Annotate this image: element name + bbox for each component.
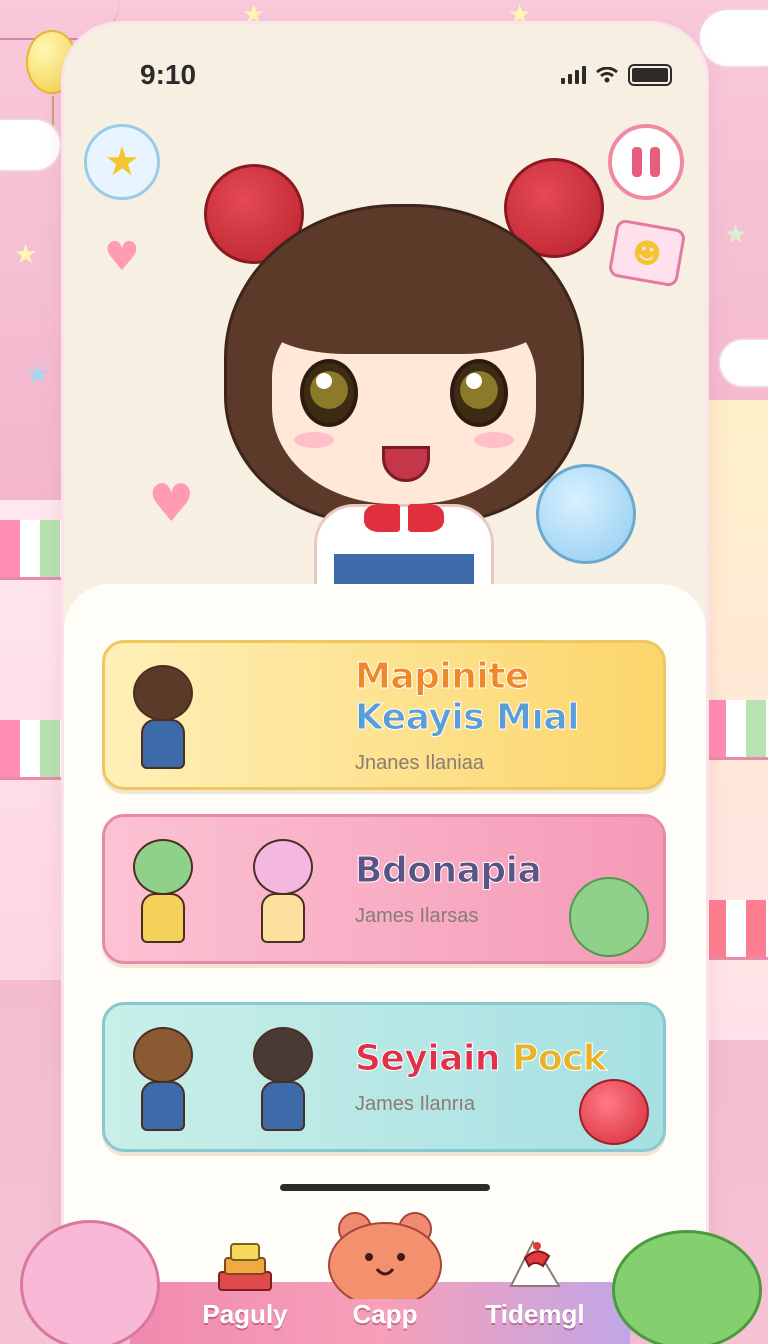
apple-icon [579, 1079, 649, 1145]
cloud-decoration [0, 120, 60, 170]
nav-item-paguly[interactable]: Paguly [190, 1200, 300, 1344]
battery-icon [628, 64, 672, 86]
home-indicator[interactable] [280, 1184, 490, 1191]
green-cat-character [569, 877, 649, 957]
phone-screen: 9:10 ★ ♥ ♥ ☻ Mapinite Keayis Mıal Jnanes… [64, 24, 706, 1324]
story-card[interactable]: Seyiain Pock James Ilanrıa [102, 1002, 666, 1152]
pause-icon-bar [632, 147, 642, 177]
bear-icon [315, 1209, 455, 1299]
sticker-icon: ☻ [607, 218, 687, 288]
hero-area: ★ ♥ ♥ ☻ [64, 104, 706, 614]
pause-button[interactable] [608, 124, 684, 200]
star-decoration: ★ [724, 220, 748, 250]
status-time: 9:10 [140, 59, 197, 90]
card-title: Seyiain Pock [355, 1038, 608, 1080]
card-characters [125, 819, 355, 959]
bow [364, 504, 444, 544]
story-card[interactable]: Mapinite Keayis Mıal Jnanes Ilaniaa [102, 640, 666, 790]
heart-icon: ♥ [104, 234, 140, 280]
pause-icon-bar [650, 147, 660, 177]
blush [474, 432, 514, 448]
bottom-nav: Paguly Capp Tidemgl [0, 1200, 768, 1344]
cloud-decoration [700, 10, 768, 66]
nav-label: Paguly [202, 1299, 288, 1329]
awning [0, 720, 62, 780]
card-characters [125, 1007, 355, 1147]
signal-icon [561, 66, 586, 84]
building-right [704, 400, 768, 1040]
story-card[interactable]: Bdonapia James Ilarsas [102, 814, 666, 964]
awning [706, 700, 768, 760]
heart-icon: ♥ [148, 474, 195, 534]
awning [706, 900, 768, 960]
star-decoration: ★ [26, 360, 50, 390]
card-text: Mapinite Keayis Mıal Jnanes Ilaniaa [354, 655, 663, 775]
character-figure [125, 665, 201, 775]
blush [294, 432, 334, 448]
cake-icon [500, 1229, 570, 1299]
card-characters [125, 645, 355, 785]
eye [300, 359, 358, 427]
character-figure [245, 839, 321, 949]
star-icon[interactable]: ★ [84, 124, 160, 200]
cloud-decoration [720, 340, 768, 386]
building-left [0, 500, 64, 980]
ghost-balloon-character [536, 464, 636, 564]
gift-stack-icon [210, 1229, 280, 1299]
bangs [262, 244, 546, 354]
card-title: Mapinite Keayis Mıal [354, 655, 579, 738]
card-subtitle: Jnanes Ilaniaa [355, 751, 484, 774]
eye [450, 359, 508, 427]
nav-item-tidemgl[interactable]: Tidemgl [470, 1200, 600, 1344]
nav-item-capp[interactable]: Capp [300, 1200, 470, 1344]
awning [0, 520, 62, 580]
status-bar: 9:10 [64, 24, 706, 104]
star-decoration: ★ [14, 240, 38, 270]
character-figure [125, 839, 201, 949]
character-figure [245, 1027, 321, 1137]
status-icons [561, 64, 672, 86]
wifi-icon [596, 67, 618, 83]
nav-label: Capp [352, 1299, 418, 1329]
nav-label: Tidemgl [485, 1299, 585, 1329]
character-figure [125, 1027, 201, 1137]
